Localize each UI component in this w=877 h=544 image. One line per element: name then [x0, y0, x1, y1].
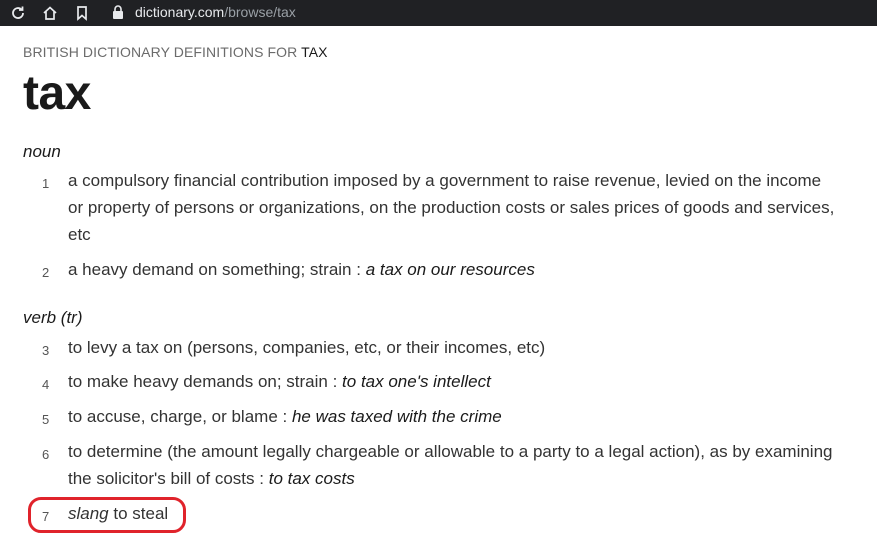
definition-text: a compulsory financial contribution impo… — [68, 171, 835, 244]
definition-text: to determine (the amount legally chargea… — [68, 442, 833, 488]
kicker-word: TAX — [301, 44, 328, 60]
home-icon[interactable] — [40, 3, 60, 23]
url-domain: dictionary.com — [135, 4, 225, 20]
definition-example: he was taxed with the crime — [291, 407, 502, 426]
section-kicker: BRITISH DICTIONARY DEFINITIONS FOR TAX — [23, 44, 328, 60]
definition-text: a heavy demand on something; strain : — [68, 260, 366, 279]
definition-text: to accuse, charge, or blame : — [68, 407, 292, 426]
url-path: /browse/tax — [224, 4, 296, 20]
part-of-speech-noun: noun — [23, 142, 61, 161]
browser-toolbar: dictionary.com/browse/tax — [0, 0, 877, 26]
definition-number: 3 — [42, 343, 50, 358]
definition-text: to levy a tax on (persons, companies, et… — [68, 338, 546, 357]
lock-icon — [112, 5, 124, 25]
definition-number: 2 — [42, 265, 50, 280]
definition-text: to make heavy demands on; strain : — [68, 372, 343, 391]
definition-number: 6 — [42, 447, 50, 462]
definition-example: to tax one's intellect — [342, 372, 491, 391]
definition-number: 1 — [42, 176, 50, 191]
definition-number: 5 — [42, 412, 50, 427]
address-bar[interactable]: dictionary.com/browse/tax — [135, 4, 296, 20]
definition-number: 4 — [42, 377, 50, 392]
definition-example: to tax costs — [268, 469, 355, 488]
definition-example: a tax on our resources — [365, 260, 535, 279]
part-of-speech-verb: verb (tr) — [23, 308, 83, 327]
annotation-highlight-circle — [28, 497, 186, 533]
bookmark-icon[interactable] — [72, 3, 92, 23]
headword: tax — [23, 67, 91, 120]
reload-icon[interactable] — [8, 3, 28, 23]
